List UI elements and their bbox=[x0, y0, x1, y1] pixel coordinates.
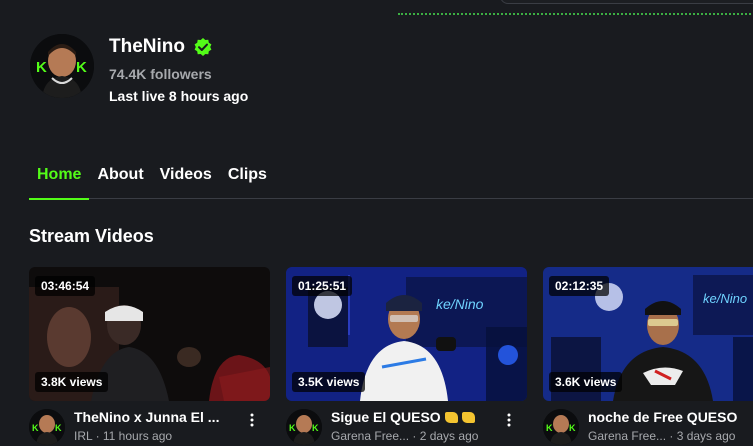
verified-badge-icon bbox=[193, 37, 213, 57]
views-badge: 3.5K views bbox=[292, 372, 366, 392]
tab-about[interactable]: About bbox=[89, 160, 151, 199]
video-card[interactable]: 03:46:54 3.8K views K K TheNino x Junna … bbox=[29, 267, 270, 445]
svg-text:K: K bbox=[32, 423, 39, 433]
duration-badge: 02:12:35 bbox=[549, 276, 610, 296]
svg-text:ke/Nino: ke/Nino bbox=[703, 291, 747, 306]
progress-dotted-line bbox=[398, 13, 753, 15]
last-live-status: Last live 8 hours ago bbox=[109, 88, 249, 104]
search-bar-edge[interactable] bbox=[500, 0, 753, 4]
svg-text:K: K bbox=[289, 423, 296, 433]
channel-info: TheNino 74.4K followers Last live 8 hour… bbox=[109, 34, 248, 104]
views-badge: 3.6K views bbox=[549, 372, 623, 392]
svg-text:K: K bbox=[76, 59, 87, 76]
video-title[interactable]: Sigue El QUESO bbox=[331, 409, 496, 425]
video-card[interactable]: ke/Nino 01:25:51 3.5K views K K Sigue El… bbox=[286, 267, 527, 445]
uploader-avatar[interactable]: K K bbox=[286, 409, 322, 445]
video-category-age: Garena Free... · 2 days ago bbox=[331, 429, 479, 443]
video-category-age: IRL · 11 hours ago bbox=[74, 429, 173, 443]
channel-header: K K TheNino 74.4K followers Last live 8 … bbox=[30, 34, 248, 104]
channel-avatar[interactable]: K K bbox=[30, 34, 94, 98]
duration-badge: 03:46:54 bbox=[35, 276, 96, 296]
tab-videos[interactable]: Videos bbox=[152, 160, 220, 199]
top-bar-edge bbox=[0, 0, 753, 18]
more-vertical-icon[interactable] bbox=[244, 411, 260, 429]
channel-name: TheNino bbox=[109, 36, 185, 57]
uploader-avatar[interactable]: K K bbox=[29, 409, 65, 445]
video-thumbnail[interactable]: ke/Nino 01:25:51 3.5K views bbox=[286, 267, 527, 401]
video-meta: K K noche de Free QUESO Garena Free... ·… bbox=[543, 409, 753, 445]
video-thumbnail[interactable]: ke/Nino 02:12:35 3.6K views bbox=[543, 267, 753, 401]
svg-text:K: K bbox=[55, 423, 62, 433]
svg-text:K: K bbox=[569, 423, 576, 433]
follower-count: 74.4K followers bbox=[109, 66, 212, 82]
channel-tabs: Home About Videos Clips bbox=[29, 160, 753, 200]
tab-home[interactable]: Home bbox=[29, 160, 90, 200]
tab-clips[interactable]: Clips bbox=[220, 160, 275, 199]
video-title[interactable]: TheNino x Junna El ... bbox=[74, 409, 239, 425]
svg-text:ke/Nino: ke/Nino bbox=[436, 296, 484, 312]
cheese-emoji-icon bbox=[461, 412, 475, 423]
video-title-text: Sigue El QUESO bbox=[331, 409, 441, 425]
cheese-emoji-icon bbox=[444, 412, 458, 423]
video-meta: K K Sigue El QUESO Garena Free... · 2 da… bbox=[286, 409, 527, 445]
video-card[interactable]: ke/Nino 02:12:35 3.6K views K K noche de… bbox=[543, 267, 753, 445]
video-thumbnail[interactable]: 03:46:54 3.8K views bbox=[29, 267, 270, 401]
section-title: Stream Videos bbox=[29, 226, 154, 246]
svg-text:K: K bbox=[546, 423, 553, 433]
svg-text:K: K bbox=[36, 59, 47, 76]
views-badge: 3.8K views bbox=[35, 372, 109, 392]
duration-badge: 01:25:51 bbox=[292, 276, 353, 296]
more-vertical-icon[interactable] bbox=[501, 411, 517, 429]
video-category-age: Garena Free... · 3 days ago bbox=[588, 429, 736, 443]
video-title[interactable]: noche de Free QUESO bbox=[588, 409, 753, 425]
video-meta: K K TheNino x Junna El ... IRL · 11 hour… bbox=[29, 409, 270, 445]
uploader-avatar[interactable]: K K bbox=[543, 409, 579, 445]
svg-text:K: K bbox=[312, 423, 319, 433]
